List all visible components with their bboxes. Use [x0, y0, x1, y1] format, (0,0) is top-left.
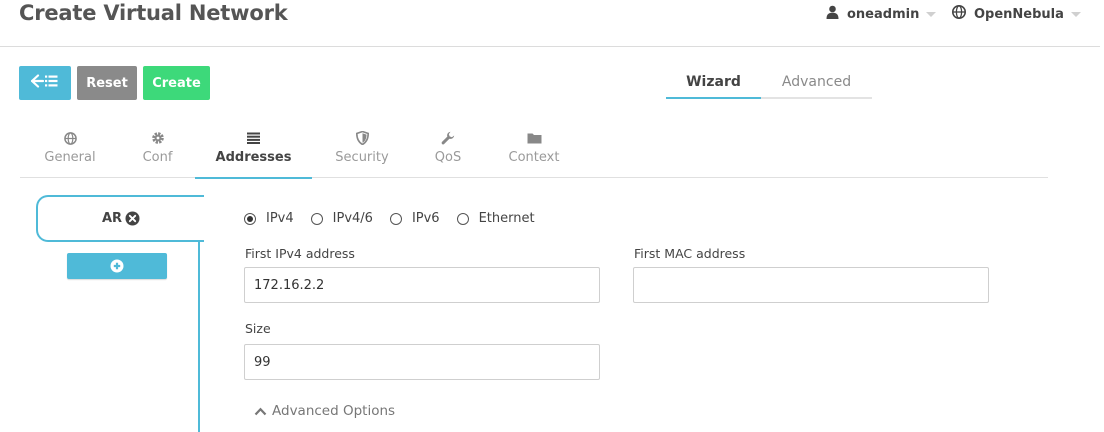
zone-menu[interactable]: OpenNebula — [952, 5, 1081, 23]
first-mac-label: First MAC address — [634, 246, 746, 261]
reset-button[interactable]: Reset — [77, 66, 137, 100]
wrench-icon — [441, 128, 455, 148]
tab-label: Security — [335, 150, 389, 165]
section-tabs: General Conf Addresses Security QoS Cont… — [20, 125, 1048, 179]
size-label: Size — [245, 321, 271, 336]
user-icon — [826, 5, 839, 23]
remove-address-range-icon[interactable] — [125, 211, 140, 226]
zone-name: OpenNebula — [974, 6, 1064, 22]
tab-label: General — [44, 150, 96, 165]
radio-label: IPv6 — [411, 211, 440, 226]
tab-label: Addresses — [215, 150, 292, 165]
radio-label: Ethernet — [478, 211, 535, 226]
plus-circle-icon — [110, 259, 124, 273]
top-bar: Create Virtual Network oneadmin OpenNebu… — [0, 0, 1100, 47]
chevron-down-icon — [1070, 11, 1081, 17]
back-list-icon — [30, 74, 59, 92]
tab-context[interactable]: Context — [495, 125, 573, 178]
folder-icon — [527, 128, 542, 148]
page-title: Create Virtual Network — [19, 1, 288, 25]
address-range-panel-border — [198, 241, 200, 432]
tab-label: QoS — [434, 150, 462, 165]
advanced-options-label: Advanced Options — [272, 403, 396, 419]
chevron-down-icon — [926, 11, 937, 17]
radio-ipv4[interactable]: IPv4 — [244, 211, 294, 226]
advanced-options-toggle[interactable]: Advanced Options — [254, 403, 395, 419]
first-ipv4-label: First IPv4 address — [245, 246, 355, 261]
tab-addresses[interactable]: Addresses — [195, 125, 312, 179]
tab-label: Conf — [142, 150, 173, 165]
tab-conf[interactable]: Conf — [120, 125, 195, 178]
globe-icon — [63, 128, 77, 148]
shield-icon — [355, 128, 369, 148]
radio-indicator[interactable] — [244, 212, 256, 225]
radio-indicator[interactable] — [456, 212, 469, 225]
list-icon — [247, 128, 260, 148]
create-button[interactable]: Create — [143, 66, 210, 100]
advanced-mode-tab[interactable]: Advanced — [761, 66, 872, 99]
user-name: oneadmin — [847, 6, 920, 22]
radio-indicator[interactable] — [310, 212, 323, 225]
radio-ipv6[interactable]: IPv6 — [389, 211, 440, 226]
radio-ipv4-6[interactable]: IPv4/6 — [310, 211, 373, 226]
address-type-selector: IPv4 IPv4/6 IPv6 Ethernet — [244, 211, 552, 226]
back-button[interactable] — [19, 66, 71, 100]
tab-label: Context — [508, 150, 560, 165]
radio-indicator[interactable] — [389, 212, 402, 225]
address-range-label: AR — [101, 211, 123, 226]
tab-general[interactable]: General — [20, 125, 120, 178]
gear-icon — [151, 128, 165, 148]
first-ipv4-input[interactable] — [244, 267, 600, 303]
radio-label: IPv4/6 — [332, 211, 373, 226]
address-range-tab[interactable]: AR — [36, 195, 204, 242]
first-mac-input[interactable] — [633, 267, 989, 303]
globe-icon — [952, 5, 966, 23]
wizard-mode-tab[interactable]: Wizard — [666, 66, 761, 99]
user-menu[interactable]: oneadmin — [826, 5, 937, 23]
tab-qos[interactable]: QoS — [416, 125, 480, 178]
add-address-range-button[interactable] — [67, 253, 167, 279]
tab-security[interactable]: Security — [320, 125, 404, 178]
radio-label: IPv4 — [266, 211, 294, 226]
radio-ethernet[interactable]: Ethernet — [456, 211, 535, 226]
size-input[interactable] — [244, 344, 600, 380]
chevron-up-icon — [254, 407, 267, 416]
